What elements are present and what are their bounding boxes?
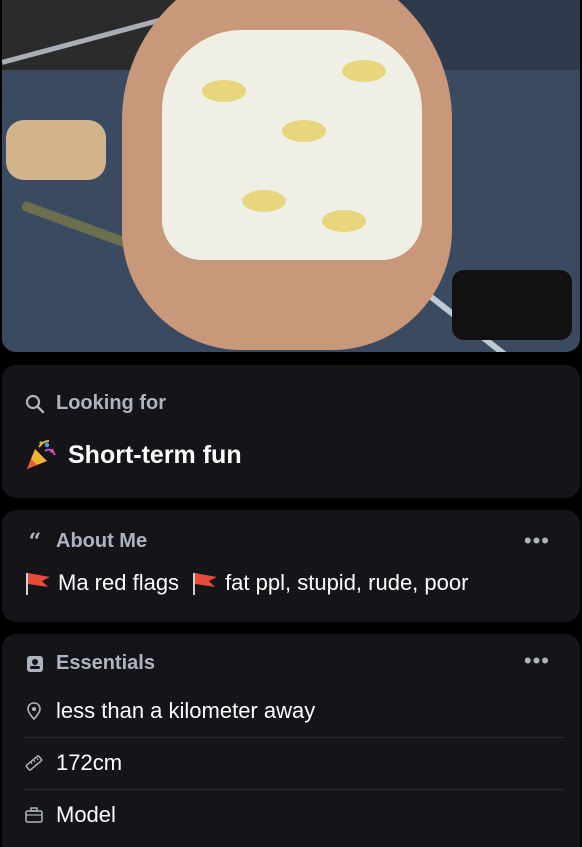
profile-photo[interactable]	[2, 0, 580, 352]
more-options-icon[interactable]: •••	[524, 650, 550, 672]
photo-pattern	[202, 80, 246, 102]
essentials-title: Essentials	[56, 652, 155, 674]
essentials-row-height: 172cm	[24, 750, 564, 776]
looking-for-card: Looking for Short-term fun	[2, 365, 580, 498]
photo-pattern	[282, 120, 326, 142]
about-me-title: About Me	[56, 530, 148, 552]
job-label: Model	[56, 802, 116, 827]
height-label: 172cm	[56, 750, 123, 775]
red-flag-icon	[24, 571, 52, 595]
about-me-text: Ma red flags fat ppl, stupid, rude, poor	[24, 570, 468, 596]
photo-pattern	[342, 60, 386, 82]
party-popper-icon	[24, 438, 58, 472]
about-me-text-part1: Ma red flags	[58, 570, 180, 595]
location-pin-icon	[24, 701, 44, 721]
photo-shoe-shape	[6, 120, 106, 180]
photo-bag-shape	[452, 270, 572, 340]
divider	[24, 737, 564, 738]
about-me-text-part2: fat ppl, stupid, rude, poor	[225, 570, 469, 595]
looking-for-title: Looking for	[56, 392, 166, 414]
ruler-icon	[24, 753, 44, 773]
divider	[24, 789, 564, 790]
red-flag-icon	[191, 571, 219, 595]
briefcase-icon	[24, 805, 44, 825]
looking-for-value: Short-term fun	[24, 438, 242, 472]
essentials-row-job: Model	[24, 802, 564, 828]
more-options-icon[interactable]: •••	[524, 530, 550, 552]
essentials-card: Essentials ••• less than a kilometer awa…	[2, 634, 580, 847]
looking-for-header: Looking for	[24, 392, 166, 415]
id-card-icon	[24, 653, 46, 675]
essentials-header: Essentials	[24, 652, 155, 675]
looking-for-value-text: Short-term fun	[68, 440, 242, 469]
photo-pattern	[242, 190, 286, 212]
distance-label: less than a kilometer away	[56, 698, 316, 723]
photo-pattern	[322, 210, 366, 232]
about-me-card: “ About Me ••• Ma red flags fat ppl, stu…	[2, 510, 580, 622]
essentials-row-distance: less than a kilometer away	[24, 698, 564, 724]
quote-icon: “	[28, 528, 42, 555]
about-me-header: “ About Me	[24, 528, 148, 555]
search-icon	[24, 393, 46, 415]
